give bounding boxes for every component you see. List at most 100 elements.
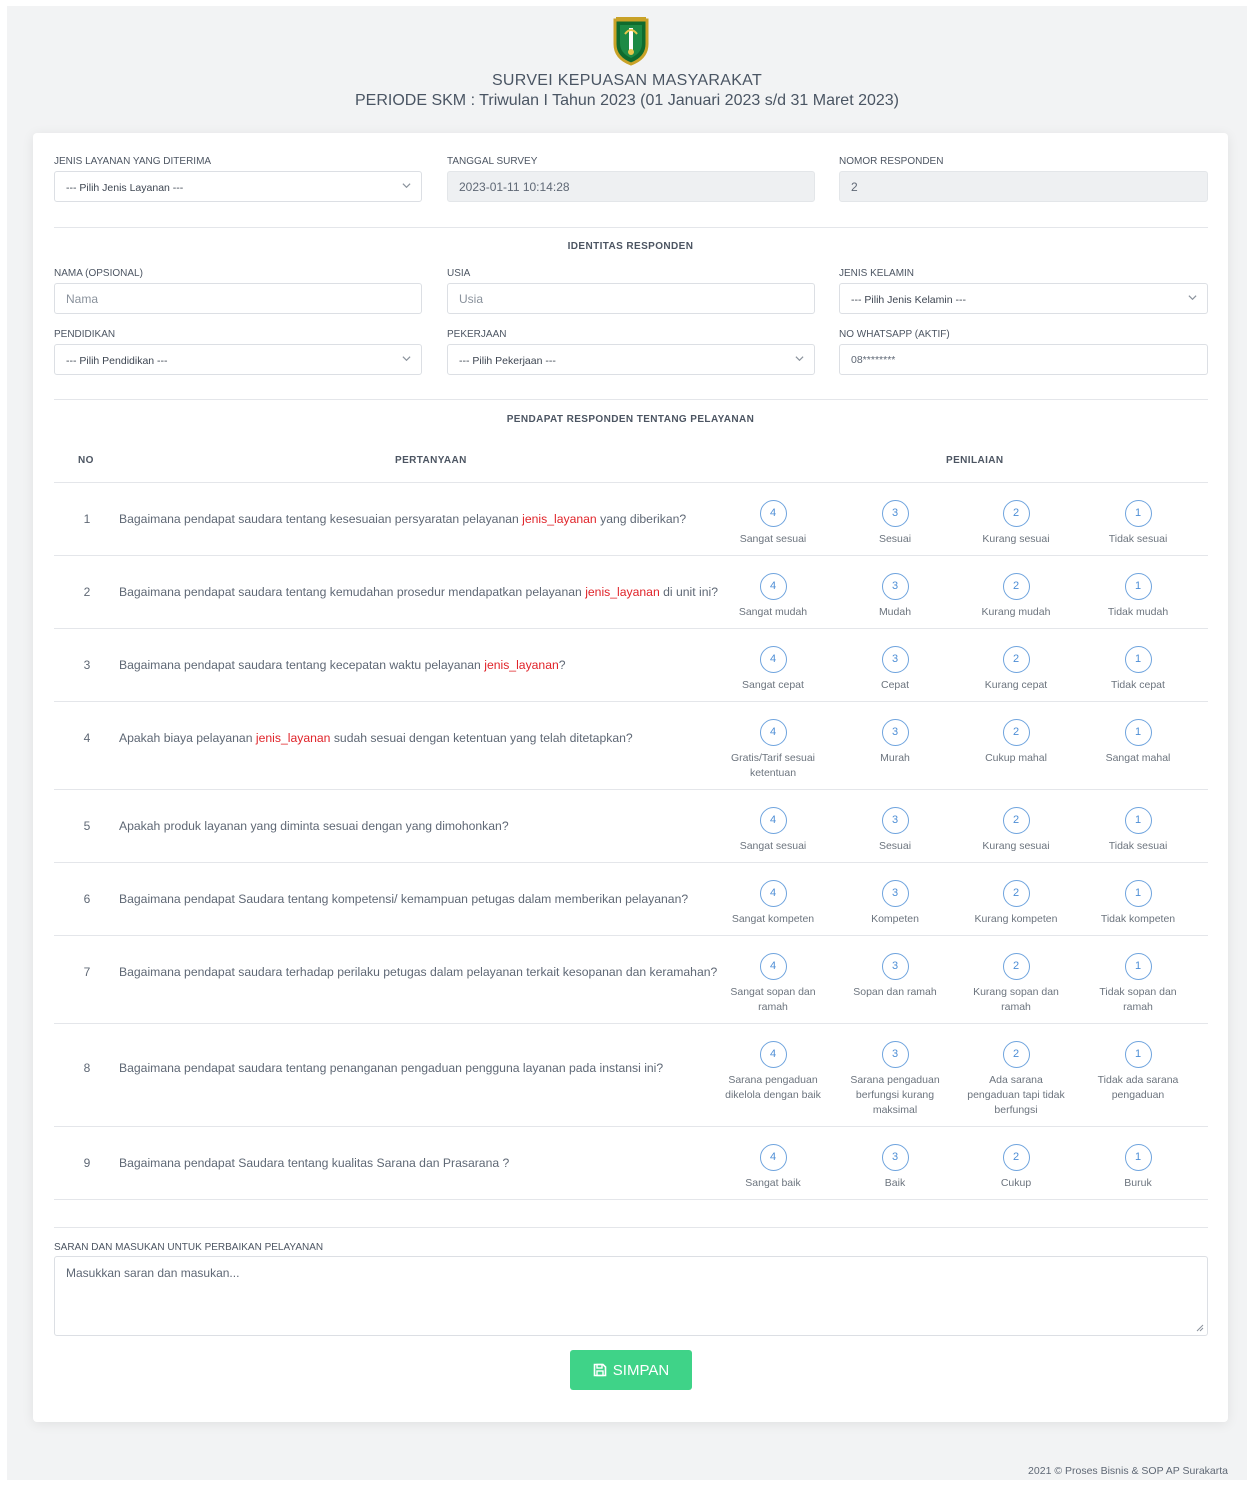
rating-option-2[interactable]: 2 Kurang sesuai <box>966 807 1066 854</box>
rating-option-2[interactable]: 2 Cukup mahal <box>966 719 1066 766</box>
rating-option-3[interactable]: 3 Sopan dan ramah <box>845 953 945 1000</box>
survey-period: PERIODE SKM : Triwulan I Tahun 2023 (01 … <box>355 92 899 109</box>
rating-option-4[interactable]: 4 Sangat cepat <box>723 646 823 693</box>
rating-radio-circle[interactable]: 1 <box>1124 573 1152 600</box>
question-row: 8 Bagaimana pendapat saudara tentang pena… <box>54 1023 1208 1126</box>
rating-option-3[interactable]: 3 Mudah <box>845 573 945 620</box>
gender-select[interactable]: --- Pilih Jenis Kelamin --- <box>839 283 1208 314</box>
rating-option-label: Tidak mudah <box>1107 606 1169 618</box>
rating-option-4[interactable]: 4 Gratis/Tarif sesuai ketentuan <box>723 719 823 781</box>
rating-option-label: Sangat sesuai <box>739 533 807 545</box>
rating-option-label: Kurang sesuai <box>982 533 1050 545</box>
rating-radio-circle[interactable]: 2 <box>1002 953 1030 980</box>
rating-radio-circle[interactable]: 4 <box>759 573 787 600</box>
rating-option-1[interactable]: 1 Tidak ada sarana pengaduan <box>1088 1041 1188 1103</box>
rating-option-3[interactable]: 3 Baik <box>845 1144 945 1191</box>
rating-option-1[interactable]: 1 Tidak mudah <box>1088 573 1188 620</box>
rating-radio-circle[interactable]: 1 <box>1124 646 1152 673</box>
question-text-part: Bagaimana pendapat saudara tentang penan… <box>119 1061 664 1075</box>
rating-radio-circle[interactable]: 3 <box>881 807 909 834</box>
rating-option-1[interactable]: 1 Tidak sopan dan ramah <box>1088 953 1188 1015</box>
rating-option-label: Sangat mudah <box>738 606 808 618</box>
question-text: Bagaimana pendapat saudara terhadap peri… <box>119 965 749 979</box>
rating-option-1[interactable]: 1 Tidak sesuai <box>1088 807 1188 854</box>
rating-radio-circle[interactable]: 1 <box>1124 1041 1152 1068</box>
rating-option-2[interactable]: 2 Ada sarana pengaduan tapi tidak berfung… <box>966 1041 1066 1118</box>
rating-radio-circle[interactable]: 3 <box>881 500 909 527</box>
rating-radio-circle[interactable]: 4 <box>759 807 787 834</box>
rating-option-3[interactable]: 3 Kompeten <box>845 880 945 927</box>
rating-radio-circle[interactable]: 4 <box>759 1041 787 1068</box>
rating-radio-circle[interactable]: 1 <box>1124 880 1152 907</box>
rating-radio-circle[interactable]: 4 <box>759 719 787 746</box>
rating-option-4[interactable]: 4 Sangat baik <box>723 1144 823 1191</box>
rating-radio-circle[interactable]: 3 <box>881 880 909 907</box>
rating-radio-circle[interactable]: 3 <box>881 646 909 673</box>
rating-option-3[interactable]: 3 Murah <box>845 719 945 766</box>
rating-radio-circle[interactable]: 2 <box>1002 1041 1030 1068</box>
rating-option-1[interactable]: 1 Tidak sesuai <box>1088 500 1188 547</box>
question-text-part: yang diberikan? <box>596 512 687 526</box>
rating-radio-circle[interactable]: 3 <box>881 573 909 600</box>
rating-option-2[interactable]: 2 Kurang sopan dan ramah <box>966 953 1066 1015</box>
chevron-down-icon <box>1188 295 1197 301</box>
resize-grip-icon[interactable] <box>1196 1324 1204 1332</box>
rating-option-3[interactable]: 3 Sarana pengaduan berfungsi kurang maksi… <box>845 1041 945 1118</box>
question-text: Apakah produk layanan yang diminta sesua… <box>119 819 749 833</box>
suggestion-textarea[interactable]: Masukkan saran dan masukan... <box>54 1256 1208 1336</box>
name-input[interactable]: Nama <box>54 283 422 314</box>
whatsapp-placeholder: 08******** <box>851 354 896 366</box>
rating-radio-circle[interactable]: 2 <box>1002 646 1030 673</box>
rating-option-1[interactable]: 1 Tidak cepat <box>1088 646 1188 693</box>
rating-radio-circle[interactable]: 2 <box>1002 880 1030 907</box>
rating-radio-circle[interactable]: 4 <box>759 880 787 907</box>
rating-option-3[interactable]: 3 Sesuai <box>845 807 945 854</box>
rating-option-2[interactable]: 2 Kurang sesuai <box>966 500 1066 547</box>
rating-radio-circle[interactable]: 1 <box>1124 719 1152 746</box>
column-header-no: NO <box>78 455 94 466</box>
education-select[interactable]: --- Pilih Pendidikan --- <box>54 344 422 375</box>
rating-option-4[interactable]: 4 Sangat mudah <box>723 573 823 620</box>
rating-radio-circle[interactable]: 4 <box>759 500 787 527</box>
rating-option-2[interactable]: 2 Kurang mudah <box>966 573 1066 620</box>
rating-radio-circle[interactable]: 2 <box>1002 1144 1030 1171</box>
rating-option-label: Tidak ada sarana pengaduan <box>1097 1074 1179 1101</box>
column-header-rating: PENILAIAN <box>946 455 1004 466</box>
rating-option-3[interactable]: 3 Sesuai <box>845 500 945 547</box>
age-input[interactable]: Usia <box>447 283 815 314</box>
rating-radio-circle[interactable]: 3 <box>881 719 909 746</box>
rating-option-3[interactable]: 3 Cepat <box>845 646 945 693</box>
job-select[interactable]: --- Pilih Pekerjaan --- <box>447 344 815 375</box>
rating-option-2[interactable]: 2 Kurang kompeten <box>966 880 1066 927</box>
service-type-select[interactable]: --- Pilih Jenis Layanan --- <box>54 171 422 202</box>
rating-radio-circle[interactable]: 2 <box>1002 573 1030 600</box>
rating-option-4[interactable]: 4 Sangat sopan dan ramah <box>723 953 823 1015</box>
rating-radio-circle[interactable]: 3 <box>881 1041 909 1068</box>
rating-radio-circle[interactable]: 1 <box>1124 1144 1152 1171</box>
question-row: 2 Bagaimana pendapat saudara tentang kemu… <box>54 555 1208 628</box>
rating-radio-circle[interactable]: 1 <box>1124 500 1152 527</box>
rating-radio-circle[interactable]: 3 <box>881 1144 909 1171</box>
rating-radio-circle[interactable]: 2 <box>1002 807 1030 834</box>
rating-radio-circle[interactable]: 1 <box>1124 807 1152 834</box>
rating-option-4[interactable]: 4 Sangat sesuai <box>723 500 823 547</box>
rating-radio-circle[interactable]: 2 <box>1002 500 1030 527</box>
rating-option-1[interactable]: 1 Sangat mahal <box>1088 719 1188 766</box>
rating-radio-circle[interactable]: 4 <box>759 953 787 980</box>
save-button[interactable]: SIMPAN <box>570 1350 692 1390</box>
whatsapp-input[interactable]: 08******** <box>839 344 1208 375</box>
rating-option-1[interactable]: 1 Buruk <box>1088 1144 1188 1191</box>
rating-option-4[interactable]: 4 Sangat kompeten <box>723 880 823 927</box>
rating-radio-circle[interactable]: 2 <box>1002 719 1030 746</box>
rating-option-2[interactable]: 2 Cukup <box>966 1144 1066 1191</box>
rating-radio-circle[interactable]: 4 <box>759 1144 787 1171</box>
identity-section-title: IDENTITAS RESPONDEN <box>567 241 694 252</box>
rating-radio-circle[interactable]: 3 <box>881 953 909 980</box>
rating-option-2[interactable]: 2 Kurang cepat <box>966 646 1066 693</box>
rating-option-label: Tidak kompeten <box>1100 913 1176 925</box>
rating-option-1[interactable]: 1 Tidak kompeten <box>1088 880 1188 927</box>
rating-radio-circle[interactable]: 1 <box>1124 953 1152 980</box>
rating-option-4[interactable]: 4 Sarana pengaduan dikelola dengan baik <box>723 1041 823 1103</box>
rating-radio-circle[interactable]: 4 <box>759 646 787 673</box>
rating-option-4[interactable]: 4 Sangat sesuai <box>723 807 823 854</box>
